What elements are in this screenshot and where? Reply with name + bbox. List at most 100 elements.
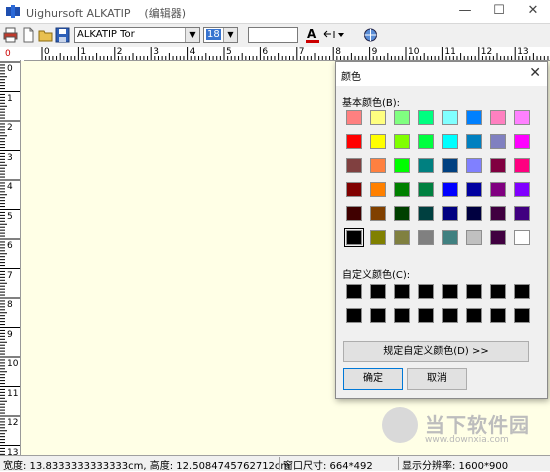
custom-color-swatch[interactable]	[490, 308, 506, 323]
help-globe-icon[interactable]	[363, 27, 378, 43]
custom-color-swatch[interactable]	[346, 284, 362, 299]
ruler-corner-label: 0	[5, 49, 11, 59]
basic-color-swatch[interactable]	[346, 110, 362, 125]
dialog-close-button[interactable]: ✕	[529, 65, 541, 81]
basic-colors-label: 基本颜色(B):	[342, 98, 401, 109]
basic-color-swatch[interactable]	[442, 158, 458, 173]
custom-color-swatch[interactable]	[514, 308, 530, 323]
ruler-number: 13	[7, 447, 19, 456]
basic-color-swatch[interactable]	[370, 230, 386, 245]
basic-color-swatch[interactable]	[490, 182, 506, 197]
basic-color-swatch[interactable]	[370, 206, 386, 221]
ruler-number: 4	[7, 182, 13, 192]
basic-color-swatch[interactable]	[418, 134, 434, 149]
basic-color-swatch[interactable]	[514, 134, 530, 149]
custom-color-swatch[interactable]	[442, 284, 458, 299]
new-file-icon[interactable]	[21, 27, 36, 43]
basic-color-swatch[interactable]	[346, 158, 362, 173]
basic-color-swatch[interactable]	[466, 158, 482, 173]
basic-color-swatch[interactable]	[418, 230, 434, 245]
basic-color-swatch[interactable]	[490, 158, 506, 173]
custom-color-swatch[interactable]	[418, 308, 434, 323]
basic-color-swatch[interactable]	[418, 158, 434, 173]
font-color-icon[interactable]: A	[305, 27, 320, 43]
basic-color-swatch[interactable]	[514, 206, 530, 221]
basic-color-swatch[interactable]	[442, 134, 458, 149]
font-size-value: 18	[206, 29, 221, 40]
minimize-button[interactable]: —	[448, 0, 482, 23]
custom-color-swatch[interactable]	[466, 284, 482, 299]
basic-color-swatch[interactable]	[466, 134, 482, 149]
basic-color-swatch[interactable]	[490, 134, 506, 149]
basic-color-swatch[interactable]	[490, 206, 506, 221]
close-button[interactable]: ✕	[516, 0, 550, 23]
basic-color-swatch[interactable]	[344, 228, 364, 247]
basic-color-swatch[interactable]	[514, 230, 530, 245]
ok-button[interactable]: 确定	[343, 368, 403, 390]
define-custom-colors-button[interactable]: 规定自定义颜色(D) >>	[343, 341, 529, 362]
basic-color-swatch[interactable]	[394, 230, 410, 245]
basic-color-swatch[interactable]	[466, 206, 482, 221]
ruler-corner: 0	[0, 47, 24, 60]
basic-color-swatch[interactable]	[442, 206, 458, 221]
maximize-button[interactable]: ☐	[482, 0, 516, 23]
open-folder-icon[interactable]	[38, 27, 53, 43]
custom-color-swatch[interactable]	[370, 308, 386, 323]
basic-color-swatch[interactable]	[394, 182, 410, 197]
basic-color-swatch[interactable]	[466, 110, 482, 125]
basic-color-swatch[interactable]	[442, 110, 458, 125]
cancel-button[interactable]: 取消	[407, 368, 467, 390]
save-icon[interactable]	[55, 27, 70, 43]
basic-color-swatch[interactable]	[394, 110, 410, 125]
basic-color-swatch[interactable]	[466, 182, 482, 197]
basic-color-swatch[interactable]	[370, 158, 386, 173]
basic-color-swatch[interactable]	[418, 206, 434, 221]
text-direction-icon[interactable]	[322, 27, 348, 43]
basic-color-swatch[interactable]	[442, 182, 458, 197]
basic-color-swatch[interactable]	[394, 206, 410, 221]
ruler-number: 3	[153, 47, 159, 57]
app-logo-icon	[6, 5, 20, 18]
basic-color-swatch[interactable]	[394, 134, 410, 149]
custom-color-swatch[interactable]	[394, 284, 410, 299]
font-size-select[interactable]: 18 ▼	[203, 27, 238, 43]
basic-color-swatch[interactable]	[514, 158, 530, 173]
toolbar: ALKATIP Tor ▼ 18 ▼ A	[0, 23, 550, 48]
custom-color-swatch[interactable]	[418, 284, 434, 299]
basic-color-swatch[interactable]	[346, 134, 362, 149]
basic-color-swatch[interactable]	[490, 230, 506, 245]
custom-color-swatch[interactable]	[466, 308, 482, 323]
ruler-number: 9	[371, 47, 378, 57]
basic-color-swatch[interactable]	[442, 230, 458, 245]
font-name-select[interactable]: ALKATIP Tor ▼	[74, 27, 200, 43]
basic-color-swatch[interactable]	[514, 110, 530, 125]
custom-color-swatch[interactable]	[490, 284, 506, 299]
custom-color-swatch[interactable]	[394, 308, 410, 323]
status-separator	[398, 457, 399, 470]
basic-color-swatch[interactable]	[394, 158, 410, 173]
font-name-value: ALKATIP Tor	[77, 29, 135, 40]
color-dialog: 颜色 ✕ 基本颜色(B): 自定义颜色(C): 规定自定义颜色(D) >> 确定…	[335, 61, 548, 399]
custom-color-swatch[interactable]	[370, 284, 386, 299]
basic-color-swatch[interactable]	[346, 206, 362, 221]
basic-color-swatch[interactable]	[370, 134, 386, 149]
basic-color-swatch[interactable]	[490, 110, 506, 125]
basic-color-swatch[interactable]	[418, 182, 434, 197]
basic-color-swatch[interactable]	[514, 182, 530, 197]
status-separator	[279, 457, 280, 470]
basic-color-swatch[interactable]	[370, 110, 386, 125]
basic-color-swatch[interactable]	[370, 182, 386, 197]
ruler-number: 6	[7, 241, 13, 251]
text-input-field[interactable]	[248, 27, 298, 43]
custom-color-swatch[interactable]	[346, 308, 362, 323]
custom-color-swatch[interactable]	[514, 284, 530, 299]
ruler-number: 10	[408, 47, 420, 57]
custom-color-swatch[interactable]	[442, 308, 458, 323]
ruler-number: 12	[7, 418, 19, 428]
basic-color-swatch[interactable]	[418, 110, 434, 125]
print-icon[interactable]	[3, 27, 18, 43]
chevron-down-icon[interactable]: ▼	[185, 28, 199, 42]
basic-color-swatch[interactable]	[466, 230, 482, 245]
chevron-down-icon[interactable]: ▼	[223, 28, 237, 42]
basic-color-swatch[interactable]	[346, 182, 362, 197]
